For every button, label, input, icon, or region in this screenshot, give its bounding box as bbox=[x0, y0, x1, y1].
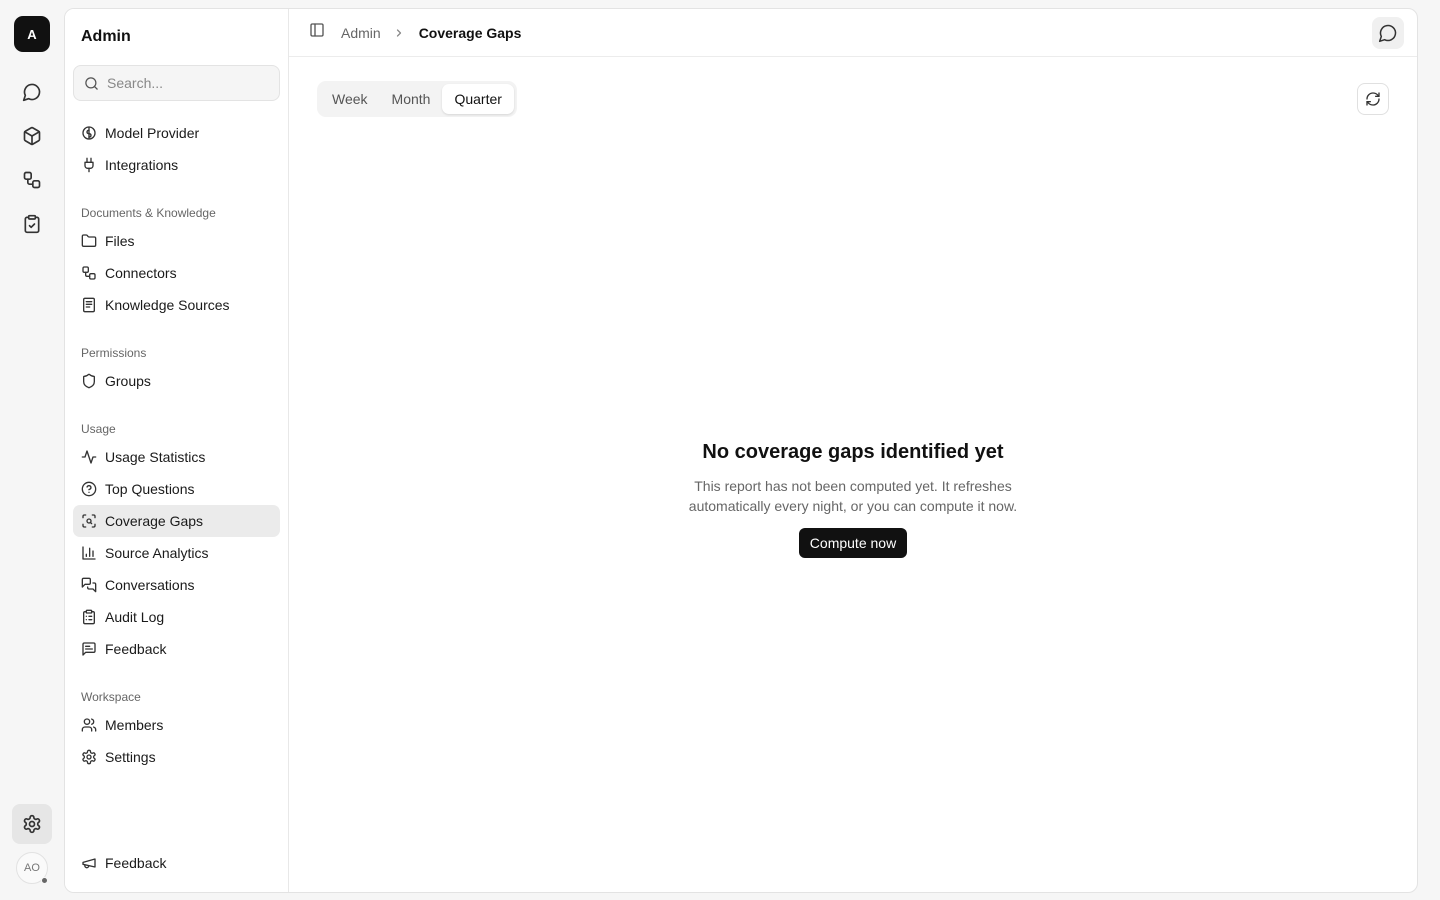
sidebar-item-label: Conversations bbox=[105, 577, 195, 593]
sidebar-item-label: Connectors bbox=[105, 265, 177, 281]
content-area: Admin Coverage Gaps Week Month Quarter N… bbox=[289, 9, 1417, 892]
section-workspace: Workspace bbox=[81, 690, 141, 704]
icon-rail: A AO bbox=[0, 0, 64, 900]
sidebar-item-label: Files bbox=[105, 233, 135, 249]
tab-month[interactable]: Month bbox=[380, 84, 443, 114]
sidebar-item-settings[interactable]: Settings bbox=[73, 741, 280, 773]
sidebar-item-feedback[interactable]: Feedback bbox=[73, 633, 280, 665]
models-nav-button[interactable] bbox=[14, 118, 50, 154]
search-input[interactable] bbox=[107, 75, 267, 91]
empty-state-title: No coverage gaps identified yet bbox=[702, 441, 1004, 463]
sidebar-item-label: Integrations bbox=[105, 157, 179, 173]
refresh-icon bbox=[1366, 92, 1380, 106]
sidebar-item-integrations[interactable]: Integrations bbox=[73, 149, 280, 181]
sidebar-item-label: Audit Log bbox=[105, 609, 165, 625]
sidebar-item-top-questions[interactable]: Top Questions bbox=[73, 473, 280, 505]
admin-sidebar: Admin Model Provider Integrations Docume… bbox=[65, 9, 289, 892]
sidebar-item-model-provider[interactable]: Model Provider bbox=[73, 117, 280, 149]
sidebar-item-label: Model Provider bbox=[105, 125, 200, 141]
sidebar-footer-feedback[interactable]: Feedback bbox=[73, 847, 280, 879]
book-icon bbox=[83, 297, 95, 313]
sidebar-item-files[interactable]: Files bbox=[73, 225, 280, 257]
tab-week[interactable]: Week bbox=[320, 84, 380, 114]
period-tabs: Week Month Quarter bbox=[317, 81, 517, 117]
sidebar-item-label: Coverage Gaps bbox=[105, 513, 204, 529]
help-circle-icon bbox=[81, 481, 97, 497]
box-icon bbox=[23, 126, 41, 146]
message-square-text-icon bbox=[82, 642, 96, 656]
shield-icon bbox=[83, 373, 95, 389]
section-usage: Usage bbox=[81, 422, 116, 436]
compute-now-button[interactable]: Compute now bbox=[798, 528, 908, 558]
refresh-button[interactable] bbox=[1357, 83, 1389, 115]
search-icon bbox=[85, 76, 98, 90]
sidebar-item-label: Groups bbox=[105, 373, 151, 389]
status-indicator bbox=[41, 877, 48, 884]
section-documents-knowledge: Documents & Knowledge bbox=[81, 206, 216, 220]
topbar: Admin Coverage Gaps bbox=[289, 9, 1417, 57]
connector-icon bbox=[82, 266, 96, 280]
admin-settings-nav-button[interactable] bbox=[12, 804, 52, 844]
bar-chart-icon bbox=[82, 546, 96, 560]
sidebar-item-knowledge-sources[interactable]: Knowledge Sources bbox=[73, 289, 280, 321]
breadcrumb-current: Coverage Gaps bbox=[418, 24, 522, 41]
sidebar-item-label: Feedback bbox=[105, 641, 167, 657]
tab-quarter[interactable]: Quarter bbox=[442, 84, 514, 114]
messages-icon bbox=[81, 577, 97, 593]
empty-state-description: This report has not been computed yet. I… bbox=[688, 478, 1018, 514]
sidebar-toggle-button[interactable] bbox=[309, 22, 325, 43]
sidebar-item-groups[interactable]: Groups bbox=[73, 365, 280, 397]
workflow-icon bbox=[23, 171, 41, 189]
brain-icon bbox=[82, 126, 96, 140]
chat-button[interactable] bbox=[1372, 17, 1404, 49]
workspace-logo[interactable]: A bbox=[14, 16, 50, 52]
chat-nav-button[interactable] bbox=[14, 74, 50, 110]
scan-search-icon bbox=[82, 514, 96, 528]
tasks-nav-button[interactable] bbox=[14, 206, 50, 242]
sidebar-search[interactable] bbox=[73, 65, 280, 101]
message-circle-icon bbox=[22, 83, 41, 102]
section-permissions: Permissions bbox=[81, 346, 147, 360]
chevron-right-icon bbox=[393, 27, 405, 39]
sidebar-item-label: Usage Statistics bbox=[105, 449, 206, 465]
sidebar-item-label: Members bbox=[105, 717, 164, 733]
users-icon bbox=[81, 718, 97, 732]
gear-icon bbox=[82, 749, 96, 765]
breadcrumb-parent[interactable]: Admin bbox=[341, 25, 381, 41]
sidebar-title: Admin bbox=[81, 28, 131, 45]
sidebar-item-label: Feedback bbox=[105, 855, 167, 871]
panel-left-icon bbox=[310, 23, 324, 37]
megaphone-icon bbox=[82, 858, 96, 869]
clipboard-list-icon bbox=[83, 609, 95, 625]
gear-icon bbox=[23, 814, 41, 834]
sidebar-item-connectors[interactable]: Connectors bbox=[73, 257, 280, 289]
sidebar-item-label: Top Questions bbox=[105, 481, 195, 497]
sidebar-item-conversations[interactable]: Conversations bbox=[73, 569, 280, 601]
workflows-nav-button[interactable] bbox=[14, 162, 50, 198]
plug-icon bbox=[84, 157, 94, 173]
clipboard-check-icon bbox=[24, 214, 40, 234]
main-frame: Admin Model Provider Integrations Docume… bbox=[64, 8, 1418, 893]
sidebar-item-label: Settings bbox=[105, 749, 156, 765]
sidebar-item-usage-statistics[interactable]: Usage Statistics bbox=[73, 441, 280, 473]
sidebar-item-label: Source Analytics bbox=[105, 545, 209, 561]
sidebar-item-members[interactable]: Members bbox=[73, 709, 280, 741]
activity-icon bbox=[81, 450, 97, 464]
sidebar-item-label: Knowledge Sources bbox=[105, 297, 230, 313]
sidebar-item-audit-log[interactable]: Audit Log bbox=[73, 601, 280, 633]
empty-state: No coverage gaps identified yet This rep… bbox=[289, 441, 1417, 558]
sidebar-item-coverage-gaps[interactable]: Coverage Gaps bbox=[73, 505, 280, 537]
message-circle-icon bbox=[1378, 24, 1397, 43]
sidebar-item-source-analytics[interactable]: Source Analytics bbox=[73, 537, 280, 569]
folder-icon bbox=[81, 234, 97, 247]
